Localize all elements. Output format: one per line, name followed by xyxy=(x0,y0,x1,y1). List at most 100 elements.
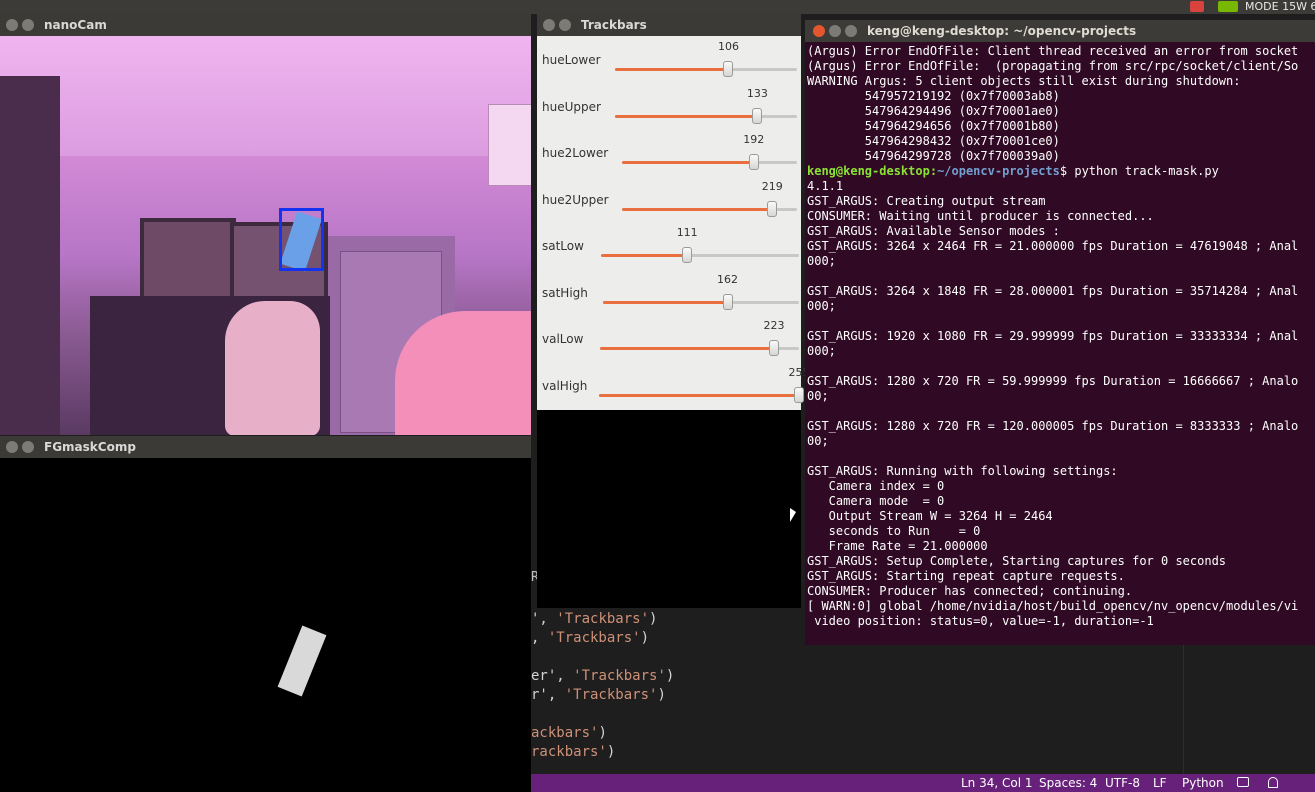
trackbar-track[interactable] xyxy=(615,107,797,124)
code-string: 'Trackbars' xyxy=(564,687,658,703)
minimize-icon[interactable] xyxy=(22,19,34,31)
trackbar-track[interactable] xyxy=(599,386,804,403)
code-line[interactable]: ackbars') xyxy=(531,724,607,743)
line-ending[interactable]: LF xyxy=(1153,774,1167,792)
camera-scene-hand xyxy=(225,301,320,435)
trackbar-handle[interactable] xyxy=(682,247,693,263)
terminal-line: 000; xyxy=(807,344,836,358)
nvidia-icon[interactable] xyxy=(1218,1,1238,12)
close-icon[interactable] xyxy=(6,19,18,31)
trackbar-handle[interactable] xyxy=(723,61,734,77)
terminal-line: 00; xyxy=(807,434,829,448)
close-icon[interactable] xyxy=(543,19,555,31)
trackbar-track[interactable] xyxy=(615,61,797,77)
terminal-line: GST_ARGUS: 1920 x 1080 FR = 29.999999 fp… xyxy=(807,329,1299,343)
trackbar-track[interactable] xyxy=(600,340,799,356)
code-line[interactable]: rackbars') xyxy=(531,743,615,762)
minimize-icon[interactable] xyxy=(559,19,571,31)
terminal-prompt-line: keng@keng-desktop:~/opencv-projects$ pyt… xyxy=(807,164,1315,179)
code-string: 'Trackbars' xyxy=(573,668,666,684)
code-text: ', xyxy=(531,611,557,627)
terminal-line: GST_ARGUS: Running with following settin… xyxy=(807,464,1118,478)
terminal-line: 547964298432 (0x7f70001ce0) xyxy=(807,134,1060,148)
editor-status-bar: Ln 34, Col 1 Spaces: 4 UTF-8 LF Python xyxy=(531,774,1315,792)
trackbar-hueUpper: hueUpper 133 xyxy=(537,85,801,131)
trackbars-titlebar[interactable]: Trackbars xyxy=(537,14,801,36)
trackbar-fill xyxy=(603,300,728,304)
trackbar-track[interactable] xyxy=(603,293,799,310)
power-mode-label[interactable]: MODE 15W 6 xyxy=(1245,0,1315,14)
terminal-line: GST_ARGUS: Setup Complete, Starting capt… xyxy=(807,554,1227,568)
terminal-line: GST_ARGUS: Creating output stream xyxy=(807,194,1046,208)
trackbar-fill xyxy=(615,68,729,71)
close-icon[interactable] xyxy=(6,441,18,453)
terminal-line: (Argus) Error EndOfFile: (propagating fr… xyxy=(807,59,1299,73)
minimize-icon[interactable] xyxy=(829,25,841,37)
code-string: rackbars' xyxy=(531,744,607,760)
window-title: FGmaskComp xyxy=(44,440,136,454)
terminal-line: [ WARN:0] global /home/nvidia/host/build… xyxy=(807,599,1299,613)
trackbar-fill xyxy=(622,207,773,211)
close-icon[interactable] xyxy=(813,25,825,37)
trackbar-fill xyxy=(601,254,688,257)
trackbar-label: hue2Upper xyxy=(542,192,609,207)
terminal-line: GST_ARGUS: 1280 x 720 FR = 120.000005 fp… xyxy=(807,419,1299,433)
terminal-line: 547964294656 (0x7f70001b80) xyxy=(807,119,1060,133)
code-line[interactable]: er', 'Trackbars') xyxy=(531,667,674,686)
trackbar-hueLower: hueLower 106 xyxy=(537,38,801,84)
terminal-line: CONSUMER: Waiting until producer is conn… xyxy=(807,209,1154,223)
trackbar-handle[interactable] xyxy=(722,293,733,310)
maximize-icon[interactable] xyxy=(845,25,857,37)
code-text: er', xyxy=(531,668,574,684)
code-line[interactable]: ', 'Trackbars') xyxy=(531,610,657,629)
prompt-command: $ python track-mask.py xyxy=(1059,164,1219,178)
trackbar-handle[interactable] xyxy=(752,107,763,124)
editor-minimap xyxy=(1183,645,1315,774)
camera-scene-shelf xyxy=(0,76,60,435)
feedback-icon[interactable] xyxy=(1237,777,1249,787)
trackbar-track[interactable] xyxy=(622,200,797,217)
terminal-titlebar[interactable]: keng@keng-desktop: ~/opencv-projects xyxy=(805,20,1315,42)
code-line[interactable]: , 'Trackbars') xyxy=(531,629,649,648)
record-icon[interactable] xyxy=(1190,1,1204,12)
terminal-line: GST_ARGUS: Starting repeat capture reque… xyxy=(807,569,1125,583)
terminal-line: 4.1.1 xyxy=(807,179,844,193)
foreground-mask-view xyxy=(0,458,531,792)
bell-icon[interactable] xyxy=(1268,777,1278,788)
trackbar-handle[interactable] xyxy=(769,340,780,356)
trackbar-handle[interactable] xyxy=(794,386,804,403)
indentation[interactable]: Spaces: 4 xyxy=(1039,774,1097,792)
encoding[interactable]: UTF-8 xyxy=(1105,774,1140,792)
code-text: r', xyxy=(531,687,565,703)
code-text: ) xyxy=(649,611,658,627)
terminal-window[interactable]: keng@keng-desktop: ~/opencv-projects (Ar… xyxy=(805,20,1315,645)
terminal-line: seconds to Run = 0 xyxy=(807,524,981,538)
nanocam-titlebar[interactable]: nanoCam xyxy=(0,14,531,36)
trackbar-handle[interactable] xyxy=(748,154,759,170)
window-title: Trackbars xyxy=(581,18,647,32)
minimize-icon[interactable] xyxy=(22,441,34,453)
terminal-line: GST_ARGUS: 3264 x 2464 FR = 21.000000 fp… xyxy=(807,239,1299,253)
trackbar-track[interactable] xyxy=(622,154,797,170)
terminal-output[interactable]: (Argus) Error EndOfFile: Client thread r… xyxy=(807,44,1315,629)
terminal-line: WARNING Argus: 5 client objects still ex… xyxy=(807,74,1241,88)
code-string: 'Trackbars' xyxy=(547,630,641,646)
nanocam-window: nanoCam xyxy=(0,14,531,36)
fgmask-titlebar[interactable]: FGmaskComp xyxy=(0,436,531,458)
code-text: ) xyxy=(657,687,666,703)
trackbar-handle[interactable] xyxy=(767,200,778,217)
terminal-line: CONSUMER: Producer has connected; contin… xyxy=(807,584,1133,598)
cursor-position[interactable]: Ln 34, Col 1 xyxy=(961,774,1033,792)
language-mode[interactable]: Python xyxy=(1182,774,1224,792)
trackbar-satLow: satLow 111 xyxy=(537,224,801,270)
trackbar-track[interactable] xyxy=(601,247,799,263)
terminal-line: GST_ARGUS: 3264 x 1848 FR = 28.000001 fp… xyxy=(807,284,1299,298)
mouse-pointer-icon xyxy=(790,508,796,522)
trackbar-fill xyxy=(599,393,799,397)
code-text: , xyxy=(531,630,548,646)
terminal-line: Camera index = 0 xyxy=(807,479,945,493)
code-editor[interactable]: ', 'Trackbars'), 'Trackbars') er', 'Track… xyxy=(531,608,811,774)
fgmask-window: FGmaskComp xyxy=(0,436,531,458)
code-line[interactable]: r', 'Trackbars') xyxy=(531,686,666,705)
